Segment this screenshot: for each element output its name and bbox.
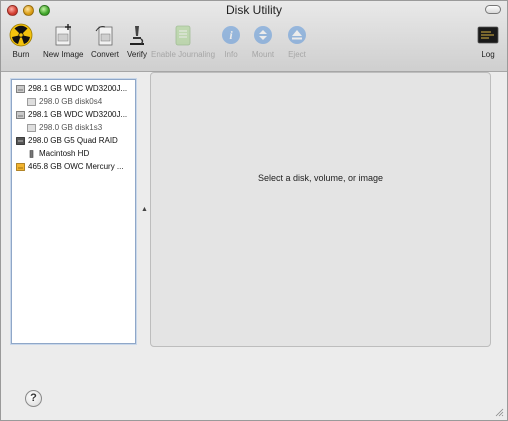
disk-list-item[interactable]: 298.0 GB disk1s3 bbox=[27, 123, 102, 132]
new-image-label: New Image bbox=[43, 50, 84, 59]
eject-label: Eject bbox=[288, 50, 306, 59]
enable-journaling-button[interactable]: Enable Journaling bbox=[151, 22, 215, 59]
log-button[interactable]: Log bbox=[475, 22, 501, 59]
new-image-button[interactable]: New Image bbox=[43, 22, 83, 59]
log-label: Log bbox=[481, 50, 495, 59]
disk-list-item[interactable]: Macintosh HD bbox=[27, 149, 89, 158]
convert-label: Convert bbox=[91, 50, 120, 59]
convert-button[interactable]: Convert bbox=[91, 22, 119, 59]
disk-list-item-label: 465.8 GB OWC Mercury ... bbox=[28, 162, 124, 171]
split-view-handle[interactable]: ▲ bbox=[141, 206, 148, 213]
eject-icon bbox=[284, 22, 310, 48]
window-title: Disk Utility bbox=[226, 3, 282, 17]
eject-button[interactable]: Eject bbox=[284, 22, 310, 59]
detail-panel: Select a disk, volume, or image bbox=[150, 72, 491, 347]
info-button[interactable]: i Info bbox=[218, 22, 244, 59]
disk-list-item[interactable]: 465.8 GB OWC Mercury ... bbox=[16, 162, 124, 171]
burn-button[interactable]: Burn bbox=[8, 22, 34, 59]
titlebar: Disk Utility Burn New Image Convert Veri… bbox=[1, 1, 507, 72]
disk-list-item-label: 298.0 GB disk0s4 bbox=[39, 97, 103, 106]
verify-label: Verify bbox=[126, 50, 147, 59]
disk-list-item-label: 298.1 GB WDC WD3200J... bbox=[28, 84, 128, 93]
disk-utility-window: Disk Utility Burn New Image Convert Veri… bbox=[0, 0, 508, 421]
raid-disk-icon bbox=[16, 136, 25, 145]
journal-icon bbox=[170, 22, 196, 48]
disk-list-item[interactable]: 298.1 GB WDC WD3200J... bbox=[16, 84, 127, 93]
new-image-icon bbox=[50, 22, 76, 48]
info-icon: i bbox=[218, 22, 244, 48]
toolbar-toggle-button[interactable] bbox=[485, 5, 501, 14]
help-button[interactable]: ? bbox=[25, 390, 42, 407]
resize-grip-icon[interactable] bbox=[494, 407, 504, 417]
disk-list-item[interactable]: 298.0 GB G5 Quad RAID bbox=[16, 136, 118, 145]
disk-list[interactable]: 298.1 GB WDC WD3200J... 298.0 GB disk0s4… bbox=[11, 79, 136, 344]
verify-button[interactable]: Verify bbox=[124, 22, 150, 59]
disk-list-item-label: 298.0 GB disk1s3 bbox=[39, 123, 103, 132]
burn-label: Burn bbox=[12, 50, 30, 59]
empty-selection-message: Select a disk, volume, or image bbox=[257, 173, 384, 183]
burn-icon bbox=[8, 22, 34, 48]
disk-list-item-label: 298.1 GB WDC WD3200J... bbox=[28, 110, 128, 119]
disk-list-item[interactable]: 298.1 GB WDC WD3200J... bbox=[16, 110, 127, 119]
disk-list-item-label: 298.0 GB G5 Quad RAID bbox=[28, 136, 118, 145]
hard-disk-icon bbox=[16, 84, 25, 93]
mount-button[interactable]: Mount bbox=[250, 22, 276, 59]
mount-label: Mount bbox=[251, 50, 275, 59]
mount-icon bbox=[250, 22, 276, 48]
info-label: Info bbox=[224, 50, 238, 59]
disk-list-item-label: Macintosh HD bbox=[39, 149, 90, 158]
microscope-icon bbox=[124, 22, 150, 48]
disk-list-item[interactable]: 298.0 GB disk0s4 bbox=[27, 97, 102, 106]
convert-icon bbox=[92, 22, 118, 48]
volume-icon bbox=[27, 97, 36, 106]
volume-icon bbox=[29, 149, 34, 158]
volume-icon bbox=[27, 123, 36, 132]
console-log-icon bbox=[475, 22, 501, 48]
enable-journaling-label: Enable Journaling bbox=[151, 50, 216, 59]
external-disk-icon bbox=[16, 162, 25, 171]
toolbar: Burn New Image Convert Verify Enable Jou… bbox=[1, 22, 507, 68]
hard-disk-icon bbox=[16, 110, 25, 119]
